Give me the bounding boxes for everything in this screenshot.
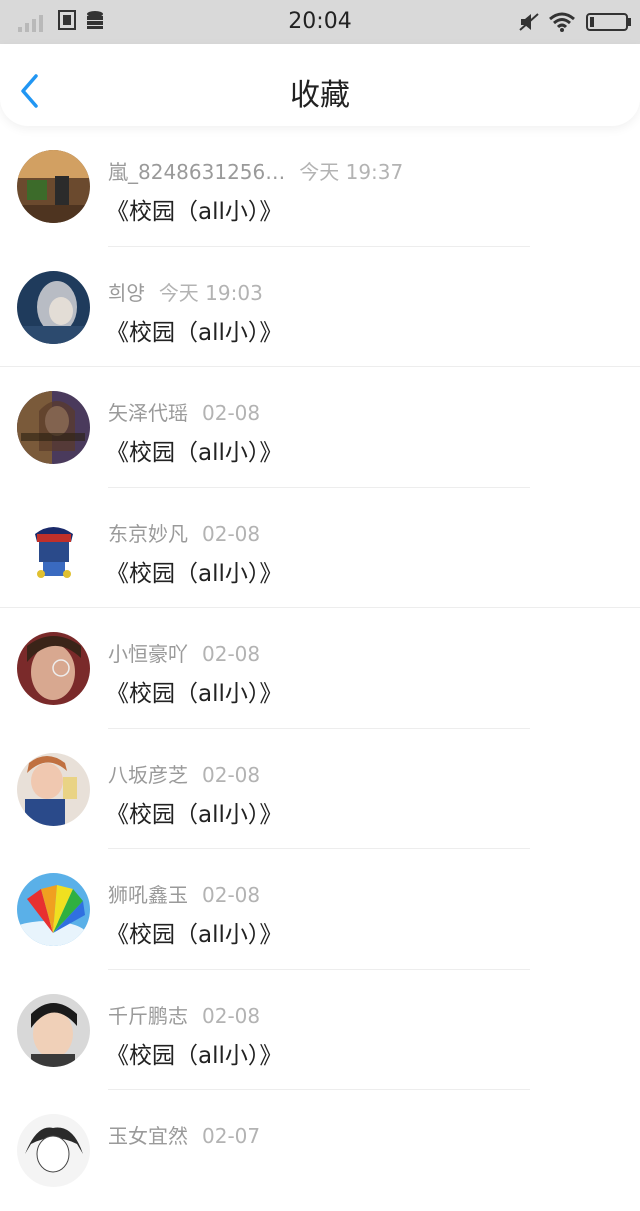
mute-icon xyxy=(519,13,539,31)
status-time: 20:04 xyxy=(288,9,352,34)
status-bar: 20:04 xyxy=(0,0,640,44)
list-item[interactable]: 东京妙凡 02-08 《校园（all小）》 xyxy=(0,488,640,608)
list-item[interactable]: 狮吼鑫玉 02-08 《校园（all小）》 xyxy=(0,849,640,970)
story-title: 《校园（all小）》 xyxy=(106,560,283,587)
list-item[interactable]: 玉女宜然 02-07 xyxy=(0,1090,640,1211)
battery-icon xyxy=(586,13,631,31)
story-title: 《校园（all小）》 xyxy=(106,440,283,466)
avatar xyxy=(17,752,90,826)
avatar xyxy=(17,873,90,946)
timestamp: 02-08 xyxy=(202,1003,261,1028)
timestamp: 02-08 xyxy=(202,762,261,787)
timestamp: 今天 19:37 xyxy=(299,160,404,184)
username[interactable]: 희양 xyxy=(108,281,145,305)
story-title: 《校园（all小）》 xyxy=(106,1042,283,1069)
avatar xyxy=(17,511,90,585)
timestamp: 02-08 xyxy=(202,401,261,425)
story-title: 《校园（all小）》 xyxy=(106,319,283,346)
username[interactable]: 小恒豪吖 xyxy=(108,642,188,666)
wifi-icon xyxy=(549,12,575,32)
story-title: 《校园（all小）》 xyxy=(106,922,283,948)
username[interactable]: 玉女宜然 xyxy=(108,1124,188,1148)
avatar xyxy=(17,632,90,705)
username[interactable]: 八坂彦芝 xyxy=(108,763,188,787)
nav-bar: 收藏 xyxy=(0,44,640,126)
list-item[interactable]: 千斤鹏志 02-08 《校园（all小）》 xyxy=(0,970,640,1090)
avatar xyxy=(17,1114,90,1187)
username[interactable]: 嵐_8248631256… xyxy=(108,160,285,184)
avatar xyxy=(17,150,90,223)
timestamp: 02-07 xyxy=(202,1124,261,1148)
page-title: 收藏 xyxy=(290,78,350,113)
story-title: 《校园（all小）》 xyxy=(106,199,283,225)
story-title: 《校园（all小）》 xyxy=(106,681,283,707)
username[interactable]: 矢泽代瑶 xyxy=(108,401,188,425)
username[interactable]: 狮吼鑫玉 xyxy=(108,883,188,907)
list-item[interactable]: 小恒豪吖 02-08 《校园（all小）》 xyxy=(0,608,640,729)
avatar xyxy=(17,270,90,344)
favorites-list: 嵐_8248631256… 今天 19:37 《校园（all小）》 희양 今天 19… xyxy=(0,126,640,1211)
username[interactable]: 千斤鹏志 xyxy=(108,1004,188,1028)
list-item[interactable]: 嵐_8248631256… 今天 19:37 《校园（all小）》 xyxy=(0,126,640,247)
timestamp: 02-08 xyxy=(202,642,261,666)
timestamp: 今天 19:03 xyxy=(158,280,263,305)
list-item[interactable]: 희양 今天 19:03 《校园（all小）》 xyxy=(0,247,640,367)
list-item[interactable]: 八坂彦芝 02-08 《校园（all小）》 xyxy=(0,729,640,849)
list-item[interactable]: 矢泽代瑶 02-08 《校园（all小）》 xyxy=(0,367,640,488)
avatar xyxy=(17,993,90,1067)
timestamp: 02-08 xyxy=(202,883,261,907)
avatar xyxy=(17,391,90,464)
username[interactable]: 东京妙凡 xyxy=(108,522,188,546)
timestamp: 02-08 xyxy=(202,521,261,546)
story-title: 《校园（all小）》 xyxy=(106,801,283,828)
